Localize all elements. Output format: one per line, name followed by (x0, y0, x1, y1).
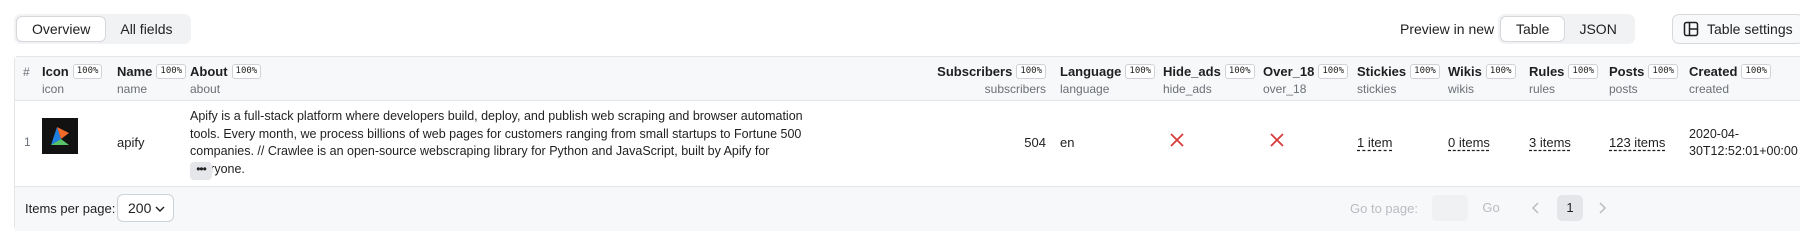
table-settings-label: Table settings (1707, 21, 1793, 37)
language-cell: en (1060, 135, 1075, 150)
go-to-page-input[interactable] (1432, 195, 1468, 221)
row-number: 1 (24, 135, 31, 149)
column-header-wikis[interactable]: Wikis 100% wikis (1448, 63, 1516, 96)
table-row: 1 apify Apify is a full-stack platform w… (15, 101, 1800, 187)
chevron-left-icon[interactable] (1531, 201, 1541, 218)
chevron-down-icon (155, 206, 165, 212)
coverage-badge: 100% (231, 63, 262, 79)
column-header-created[interactable]: Created 100% created (1689, 63, 1772, 96)
column-label: Icon (42, 63, 69, 79)
column-header-subscribers[interactable]: Subscribers 100% subscribers (930, 63, 1046, 96)
column-key: posts (1609, 82, 1638, 96)
column-label: About (190, 63, 228, 79)
coverage-badge: 100% (1648, 63, 1679, 79)
column-label: Rules (1529, 63, 1565, 79)
chevron-right-icon[interactable] (1597, 201, 1607, 218)
coverage-badge: 100% (156, 63, 187, 79)
column-key: language (1060, 82, 1110, 96)
items-per-page-value: 200 (128, 200, 152, 216)
coverage-badge: 100% (1485, 63, 1516, 79)
expand-more-button[interactable]: ••• (190, 162, 212, 180)
toolbar: Overview All fields Preview in new tab T… (14, 12, 1800, 46)
tab-all-fields[interactable]: All fields (105, 17, 187, 41)
name-cell: apify (117, 135, 145, 150)
column-label: Created (1689, 63, 1738, 79)
column-label: Posts (1609, 63, 1645, 79)
coverage-badge: 100% (1410, 63, 1440, 79)
coverage-badge: 100% (1318, 63, 1349, 79)
table-header: # Icon 100% icon Name 100% name About 100% … (15, 57, 1800, 101)
over-18-false-x-icon (1269, 132, 1285, 148)
column-header-posts[interactable]: Posts 100% posts (1609, 63, 1679, 96)
column-key: icon (42, 82, 65, 96)
column-header-stickies[interactable]: Stickies 100% stickies (1357, 63, 1440, 96)
column-label: Stickies (1357, 63, 1407, 79)
column-header-about[interactable]: About 100% about (190, 63, 262, 96)
stickies-link[interactable]: 1 item (1357, 135, 1392, 150)
about-cell: Apify is a full-stack platform where dev… (190, 109, 803, 176)
coverage-badge: 100% (1741, 63, 1772, 79)
dataset-table: # Icon 100% icon Name 100% name About 100% … (14, 56, 1800, 231)
column-header-name[interactable]: Name 100% name (117, 63, 187, 96)
tab-table[interactable]: Table (1501, 17, 1565, 41)
column-key: over_18 (1263, 82, 1307, 96)
coverage-badge: 100% (72, 63, 103, 79)
wikis-link[interactable]: 0 items (1448, 135, 1490, 150)
column-header-language[interactable]: Language 100% language (1060, 63, 1156, 96)
column-key: rules (1529, 82, 1556, 96)
items-per-page-select[interactable]: 200 (117, 194, 174, 222)
coverage-badge: 100% (1224, 63, 1255, 79)
column-key: name (117, 82, 148, 96)
coverage-badge: 100% (1568, 63, 1599, 79)
column-label: Wikis (1448, 63, 1482, 79)
coverage-badge: 100% (1125, 63, 1156, 79)
column-header-hide-ads[interactable]: Hide_ads 100% hide_ads (1163, 63, 1255, 96)
column-key: created (1689, 82, 1730, 96)
rules-link[interactable]: 3 items (1529, 135, 1571, 150)
go-button[interactable]: Go (1472, 195, 1510, 221)
page-button-current[interactable]: 1 (1557, 195, 1583, 221)
row-number-header: # (23, 65, 30, 79)
column-label: Hide_ads (1163, 63, 1221, 79)
column-label: Over_18 (1263, 63, 1315, 79)
column-header-rules[interactable]: Rules 100% rules (1529, 63, 1599, 96)
hide-ads-false-x-icon (1169, 132, 1185, 148)
column-key: hide_ads (1163, 82, 1212, 96)
apify-logo-icon[interactable] (42, 118, 78, 154)
table-settings-button[interactable]: Table settings (1672, 14, 1800, 44)
column-header-over-18[interactable]: Over_18 100% over_18 (1263, 63, 1349, 96)
column-key: stickies (1357, 82, 1397, 96)
column-label: Subscribers (937, 63, 1013, 79)
view-switcher: Overview All fields (14, 14, 191, 44)
coverage-badge: 100% (1016, 63, 1046, 79)
column-label: Name (117, 63, 153, 79)
table-layout-icon (1683, 21, 1699, 37)
format-switcher: Table JSON (1498, 14, 1635, 44)
column-header-icon[interactable]: Icon 100% icon (42, 63, 103, 96)
column-key: subscribers (984, 82, 1046, 96)
column-label: Language (1060, 63, 1122, 79)
tab-overview[interactable]: Overview (17, 17, 106, 41)
items-per-page-label: Items per page: (25, 201, 116, 216)
column-key: about (190, 82, 221, 96)
pagination-bar: Items per page: 200 Go to page: Go 1 (15, 187, 1800, 231)
subscribers-cell: 504 (1024, 135, 1046, 150)
go-to-page-label: Go to page: (1350, 201, 1418, 216)
column-key: wikis (1448, 82, 1474, 96)
posts-link[interactable]: 123 items (1609, 135, 1665, 150)
tab-json[interactable]: JSON (1564, 17, 1631, 41)
created-cell: 2020-04-30T12:52:01+00:00 (1689, 127, 1798, 158)
